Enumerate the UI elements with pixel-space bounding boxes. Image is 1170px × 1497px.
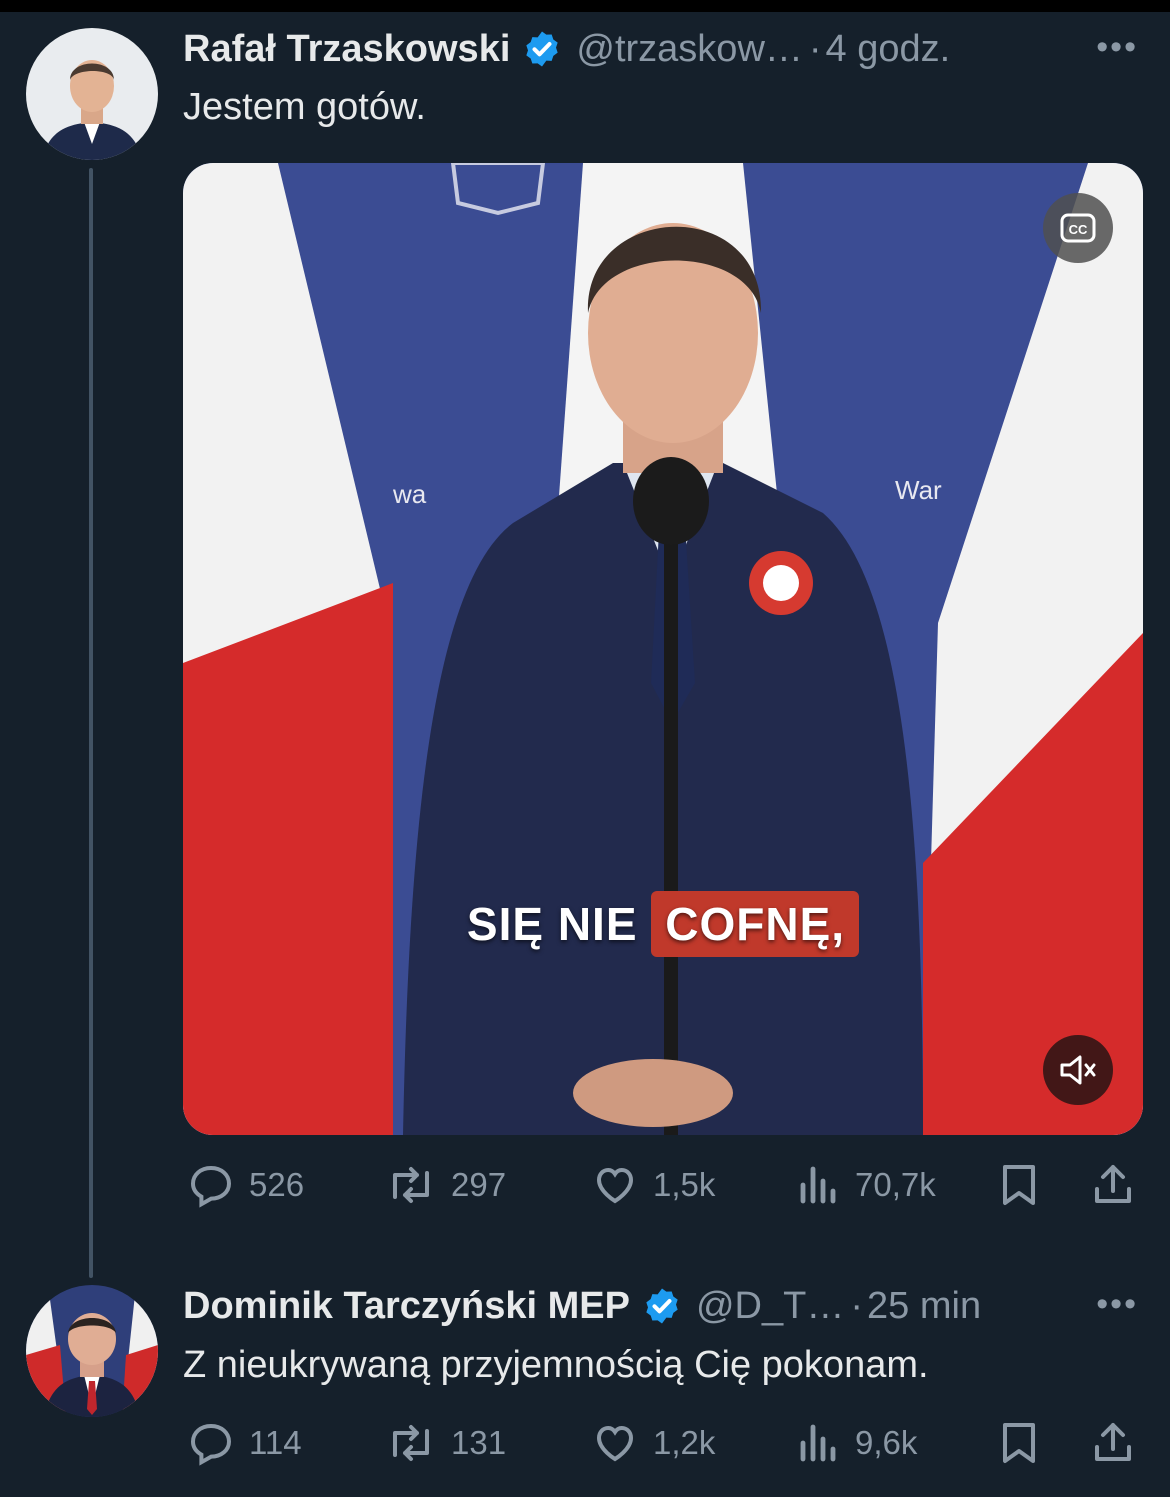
bookmark-button[interactable] [999,1160,1039,1210]
like-count: 1,2k [653,1424,716,1461]
views-button[interactable]: 70,7k [797,1160,936,1210]
cc-label: CC [1069,222,1088,237]
avatar-trzaskowski[interactable] [26,28,158,160]
tweet-text: Jestem gotów. [183,86,426,128]
views-count: 70,7k [855,1166,936,1203]
repost-icon [393,1425,429,1461]
tweet-actions: 114 131 1,2k 9,6k [183,1418,1143,1468]
video-caption: SIĘ NIE COFNĘ, [183,891,1143,957]
views-button[interactable]: 9,6k [797,1418,917,1468]
bookmark-icon [1003,1165,1035,1205]
video-player[interactable]: wa War SIĘ NIE COFNĘ, CC [183,163,1143,1135]
bookmark-button[interactable] [999,1418,1039,1468]
reply-count: 526 [249,1166,305,1203]
verified-badge-icon [642,1286,682,1326]
author-name[interactable]: Dominik Tarczyński MEP [183,1285,630,1328]
tweet-header: Dominik Tarczyński MEP @D_T… · 25 min [183,1281,981,1331]
dot-separator: · [850,1284,864,1327]
tweet-time[interactable]: 25 min [867,1285,981,1328]
author-name[interactable]: Rafał Trzaskowski [183,28,510,71]
cc-icon[interactable]: CC [1043,193,1113,263]
tweet-time[interactable]: 4 godz. [826,28,951,71]
repost-count: 297 [451,1166,507,1203]
repost-count: 131 [451,1424,507,1461]
caption-text: SIĘ NIE [466,898,638,950]
reply-icon [190,1423,232,1466]
more-icon[interactable]: ••• [1096,1285,1138,1324]
like-icon [596,1167,634,1204]
verified-badge-icon [522,29,562,69]
reply-icon [190,1165,232,1208]
bookmark-icon [1003,1423,1035,1463]
like-button[interactable]: 1,5k [591,1160,715,1210]
tweet-text: Z nieukrywaną przyjemnością Cię pokonam. [183,1344,929,1386]
backdrop-text-right: War [895,475,942,505]
share-icon [1095,1423,1131,1461]
like-count: 1,5k [653,1166,716,1203]
like-button[interactable]: 1,2k [591,1418,715,1468]
views-icon [800,1166,836,1204]
more-icon[interactable]: ••• [1096,28,1138,67]
thread-connector-line [89,168,93,1278]
views-icon [800,1424,836,1462]
views-count: 9,6k [855,1424,918,1461]
share-button[interactable] [1091,1418,1135,1468]
share-button[interactable] [1091,1160,1135,1210]
repost-button[interactable]: 131 [385,1418,506,1468]
video-frame: wa War [183,163,1143,1135]
reply-button[interactable]: 114 [187,1418,302,1468]
tweet-header: Rafał Trzaskowski @trzaskow… · 4 godz. [183,24,950,74]
share-icon [1095,1165,1131,1203]
like-icon [596,1425,634,1462]
dot-separator: · [808,27,822,70]
author-handle[interactable]: @D_T… [696,1285,844,1328]
mute-icon[interactable] [1043,1035,1113,1105]
status-bar-edge [0,0,1170,12]
backdrop-text-left: wa [392,479,427,509]
repost-button[interactable]: 297 [385,1160,506,1210]
caption-highlight: COFNĘ, [651,891,860,957]
reply-button[interactable]: 526 [187,1160,304,1210]
tweet-actions: 526 297 1,5k 70,7k [183,1160,1143,1210]
avatar-tarczynski[interactable] [26,1285,158,1417]
reply-count: 114 [249,1424,302,1461]
author-handle[interactable]: @trzaskow… [576,28,803,71]
repost-icon [393,1167,429,1203]
